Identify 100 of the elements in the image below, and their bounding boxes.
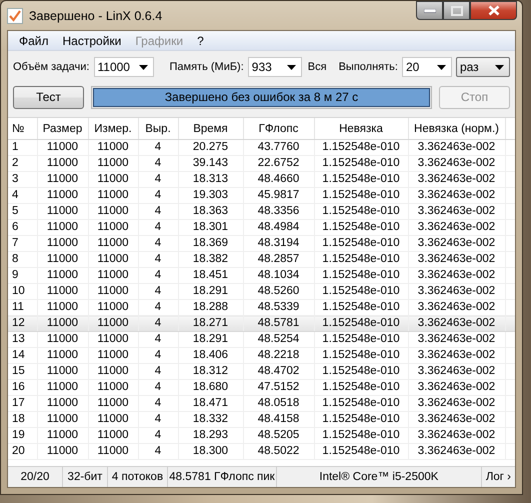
table-cell: 11000 (88, 172, 138, 188)
table-cell: 48.0518 (243, 396, 314, 412)
dropdown[interactable]: раз (456, 57, 510, 77)
table-row[interactable]: 16 11000 11000 4 18.680 47.5152 1.152548e-010 3.362463e-002 (8, 380, 515, 396)
table-cell: 17 (8, 396, 37, 412)
table-cell: 39.143 (178, 156, 243, 172)
table-row[interactable]: 7 11000 11000 4 18.369 48.3194 1.152548e-010 3.362463e-002 (8, 236, 515, 252)
table-row[interactable]: 18 11000 11000 4 18.332 48.4158 1.152548e-010 3.362463e-002 (8, 412, 515, 428)
caret-icon (138, 64, 148, 70)
table-cell: 1.152548e-010 (314, 252, 408, 268)
table-cell: 18.332 (178, 412, 243, 428)
table-cell: 11000 (88, 348, 138, 364)
table-cell: 11000 (88, 204, 138, 220)
maximize-button[interactable] (443, 1, 470, 20)
table-cell: 3.362463e-002 (408, 236, 505, 252)
table-cell: 48.3356 (243, 204, 314, 220)
table-cell: 8 (8, 252, 37, 268)
table-cell: 1.152548e-010 (314, 188, 408, 204)
table-row[interactable]: 6 11000 11000 4 18.301 48.4984 1.152548e-010 3.362463e-002 (8, 220, 515, 236)
table-cell: 11000 (88, 220, 138, 236)
table-cell: 18.271 (178, 316, 243, 332)
table-cell: 11000 (37, 428, 88, 444)
table-row[interactable]: 14 11000 11000 4 18.406 48.2218 1.152548e-010 3.362463e-002 (8, 348, 515, 364)
table-row[interactable]: 2 11000 11000 4 39.143 22.6752 1.152548e-010 3.362463e-002 (8, 156, 515, 172)
option-label: Выполнять: (338, 61, 398, 73)
table-cell: 11000 (37, 220, 88, 236)
table-cell: 48.4158 (243, 412, 314, 428)
table-row[interactable]: 12 11000 11000 4 18.271 48.5781 1.152548e-010 3.362463e-002 (8, 316, 515, 332)
menu-item[interactable]: Файл (12, 34, 56, 48)
table-cell: 3.362463e-002 (408, 444, 505, 460)
table-row[interactable]: 8 11000 11000 4 18.382 48.2857 1.152548e-010 3.362463e-002 (8, 252, 515, 268)
table-cell: 1.152548e-010 (314, 380, 408, 396)
table-cell: 3.362463e-002 (408, 412, 505, 428)
table-cell: 18.293 (178, 428, 243, 444)
column-header[interactable]: Время (178, 118, 243, 140)
table-cell: 20.275 (178, 140, 243, 156)
column-header[interactable]: № (8, 118, 37, 140)
table-cell: 11000 (37, 268, 88, 284)
table-row[interactable]: 4 11000 11000 4 19.303 45.9817 1.152548e-010 3.362463e-002 (8, 188, 515, 204)
table-row[interactable]: 15 11000 11000 4 18.312 48.4702 1.152548e-010 3.362463e-002 (8, 364, 515, 380)
table-cell: 11000 (88, 140, 138, 156)
table-cell: 4 (138, 220, 178, 236)
table-row[interactable]: 20 11000 11000 4 18.300 48.5022 1.152548e-010 3.362463e-002 (8, 444, 515, 460)
table-cell: 4 (138, 316, 178, 332)
table-cell: 18.291 (178, 284, 243, 300)
table-cell: 13 (8, 332, 37, 348)
table-cell: 4 (138, 364, 178, 380)
progress-text: Завершено без ошибок за 8 м 27 с (164, 90, 358, 104)
table-cell: 3.362463e-002 (408, 156, 505, 172)
table-cell: 1.152548e-010 (314, 364, 408, 380)
column-header[interactable]: ГФлопс (243, 118, 314, 140)
table-cell: 3.362463e-002 (408, 428, 505, 444)
menu-item[interactable]: Настройки (56, 34, 128, 48)
column-header[interactable]: Размер (37, 118, 88, 140)
table-cell: 4 (138, 380, 178, 396)
combo-box[interactable]: 20 (402, 57, 452, 77)
table-cell: 18.406 (178, 348, 243, 364)
table-cell: 10 (8, 284, 37, 300)
table-cell: 4 (138, 172, 178, 188)
table-cell: 11000 (88, 428, 138, 444)
close-button[interactable] (470, 1, 517, 20)
table-cell: 1.152548e-010 (314, 428, 408, 444)
table-cell: 18.680 (178, 380, 243, 396)
table-cell: 11000 (37, 364, 88, 380)
close-icon (488, 5, 500, 16)
column-header[interactable]: Выр. (138, 118, 178, 140)
log-button[interactable]: Лог › (482, 467, 515, 487)
table-row[interactable]: 10 11000 11000 4 18.291 48.5260 1.152548e-010 3.362463e-002 (8, 284, 515, 300)
minimize-button[interactable] (416, 1, 443, 20)
option-label: Объём задачи: (13, 61, 90, 73)
caret-icon (494, 64, 504, 70)
table-cell: 1.152548e-010 (314, 220, 408, 236)
table-cell: 1.152548e-010 (314, 412, 408, 428)
table-cell: 48.4702 (243, 364, 314, 380)
column-header[interactable]: Невязка (норм.) (408, 118, 505, 140)
column-header[interactable]: Измер. (88, 118, 138, 140)
table-row[interactable]: 1 11000 11000 4 20.275 43.7760 1.152548e-010 3.362463e-002 (8, 140, 515, 156)
table-cell: 14 (8, 348, 37, 364)
test-button[interactable]: Тест (13, 86, 84, 108)
table-cell: 11000 (37, 252, 88, 268)
table-cell: 11000 (88, 412, 138, 428)
table-cell: 11000 (37, 236, 88, 252)
combo-box[interactable]: 933 (248, 57, 302, 77)
table-cell: 11000 (88, 188, 138, 204)
table-cell: 3.362463e-002 (408, 220, 505, 236)
table-row[interactable]: 5 11000 11000 4 18.363 48.3356 1.152548e-010 3.362463e-002 (8, 204, 515, 220)
menu-item[interactable]: ? (190, 34, 211, 48)
table-cell: 18.312 (178, 364, 243, 380)
table-row[interactable]: 19 11000 11000 4 18.293 48.5205 1.152548e-010 3.362463e-002 (8, 428, 515, 444)
combo-box[interactable]: 11000 (94, 57, 154, 77)
table-cell: 4 (138, 252, 178, 268)
status-field: Intel® Core™ i5-2500K (277, 467, 482, 487)
table-row[interactable]: 17 11000 11000 4 18.471 48.0518 1.152548e-010 3.362463e-002 (8, 396, 515, 412)
table-cell: 6 (8, 220, 37, 236)
table-row[interactable]: 9 11000 11000 4 18.451 48.1034 1.152548e-010 3.362463e-002 (8, 268, 515, 284)
table-row[interactable]: 13 11000 11000 4 18.291 48.5254 1.152548e-010 3.362463e-002 (8, 332, 515, 348)
table-cell: 1.152548e-010 (314, 172, 408, 188)
column-header[interactable]: Невязка (314, 118, 408, 140)
table-cell: 19.303 (178, 188, 243, 204)
table-row[interactable]: 3 11000 11000 4 18.313 48.4660 1.152548e-010 3.362463e-002 (8, 172, 515, 188)
